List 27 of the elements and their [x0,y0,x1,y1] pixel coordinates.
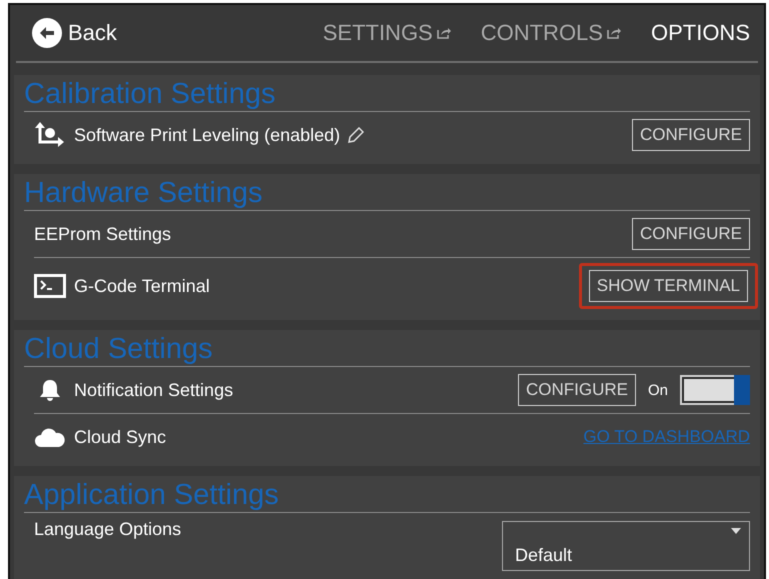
external-link-icon [606,27,621,39]
section-title: Application Settings [24,476,750,513]
setting-label: Language Options [34,519,182,540]
nav-tab[interactable]: OPTIONS [650,20,750,46]
configure-button[interactable]: CONFIGURE [518,374,636,406]
external-link-icon [436,27,451,39]
back-button[interactable]: Back [32,18,117,48]
section-title: Cloud Settings [24,330,750,367]
terminal-icon [34,274,66,298]
section-title: Calibration Settings [24,75,750,112]
setting-label: Software Print Leveling (enabled) [74,124,340,146]
toggle-switch[interactable] [680,375,750,405]
configure-button[interactable]: SHOW TERMINAL [588,270,748,302]
nav-tab[interactable]: SETTINGS [322,20,451,46]
toggle-label: On [648,382,668,398]
cloud-icon [34,426,66,448]
nav-tab[interactable]: CONTROLS [480,20,621,46]
setting-label: G-Code Terminal [74,276,210,296]
setting-label: EEProm Settings [34,224,172,244]
language-select[interactable]: Default [502,521,750,571]
configure-button[interactable]: CONFIGURE [632,218,750,250]
leveling-icon [34,120,66,150]
configure-button[interactable]: CONFIGURE [632,119,750,151]
dropdown-caret-icon [731,528,741,534]
setting-label: Notification Settings [74,380,234,400]
section-title: Hardware Settings [24,174,750,211]
setting-label: Cloud Sync [74,426,166,448]
